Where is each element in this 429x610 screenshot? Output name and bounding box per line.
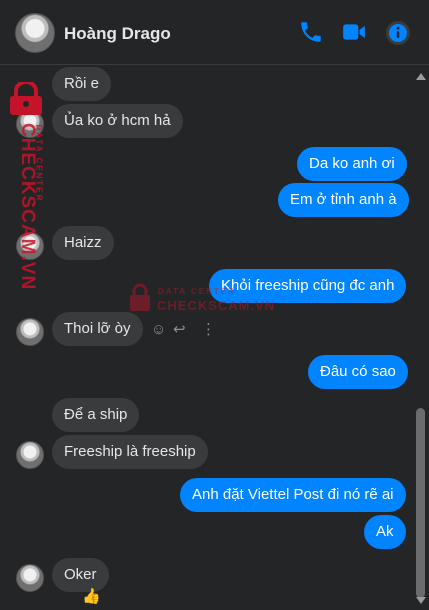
phone-icon[interactable] bbox=[298, 19, 324, 45]
chat-header: Hoàng Drago bbox=[0, 0, 429, 65]
sender-avatar[interactable] bbox=[16, 318, 44, 346]
contact-name[interactable]: Hoàng Drago bbox=[64, 24, 171, 44]
message-outgoing[interactable]: Da ko anh ơi bbox=[297, 147, 407, 181]
contact-avatar[interactable] bbox=[15, 13, 55, 53]
reaction-emoji[interactable]: 👍 bbox=[82, 587, 101, 605]
lock-icon bbox=[10, 82, 42, 115]
message-outgoing[interactable]: Em ở tỉnh anh à bbox=[278, 183, 409, 217]
info-icon[interactable] bbox=[385, 20, 411, 46]
watermark-center-small: DATA CENTER bbox=[158, 287, 236, 296]
message-outgoing[interactable]: Đâu có sao bbox=[308, 355, 408, 389]
more-icon[interactable]: ⋮ bbox=[201, 322, 216, 338]
sender-avatar[interactable] bbox=[16, 564, 44, 592]
scrollbar[interactable] bbox=[413, 65, 429, 610]
reply-icon[interactable]: ↩ bbox=[173, 322, 186, 338]
scroll-down-icon[interactable] bbox=[416, 597, 426, 604]
message-incoming[interactable]: Ủa ko ở hcm hả bbox=[52, 104, 183, 138]
message-outgoing[interactable]: Anh đặt Viettel Post đi nó rẽ ai bbox=[180, 478, 406, 512]
watermark-center-big: CHECKSCAM.VN bbox=[157, 298, 276, 313]
watermark-side: DATA CENTER CHECKSCAM.VN bbox=[5, 80, 47, 290]
react-icon[interactable]: ☺ bbox=[151, 322, 166, 338]
watermark-center: DATA CENTER CHECKSCAM.VN bbox=[128, 283, 278, 323]
message-incoming[interactable]: Rồi e bbox=[52, 67, 112, 101]
message-thread[interactable]: Rồi e Ủa ko ở hcm hả Da ko anh ơi Em ở t… bbox=[0, 65, 413, 610]
message-incoming[interactable]: Haizz bbox=[52, 226, 114, 260]
video-icon[interactable] bbox=[341, 19, 367, 45]
scrollbar-thumb[interactable] bbox=[416, 408, 425, 598]
scroll-up-icon[interactable] bbox=[416, 73, 426, 80]
sender-avatar[interactable] bbox=[16, 441, 44, 469]
message-incoming[interactable]: Để a ship bbox=[52, 398, 140, 432]
watermark-side-big: CHECKSCAM.VN bbox=[17, 123, 38, 291]
message-incoming[interactable]: Freeship là freeship bbox=[52, 435, 208, 469]
lock-icon bbox=[130, 283, 150, 311]
message-outgoing[interactable]: Ak bbox=[364, 515, 406, 549]
